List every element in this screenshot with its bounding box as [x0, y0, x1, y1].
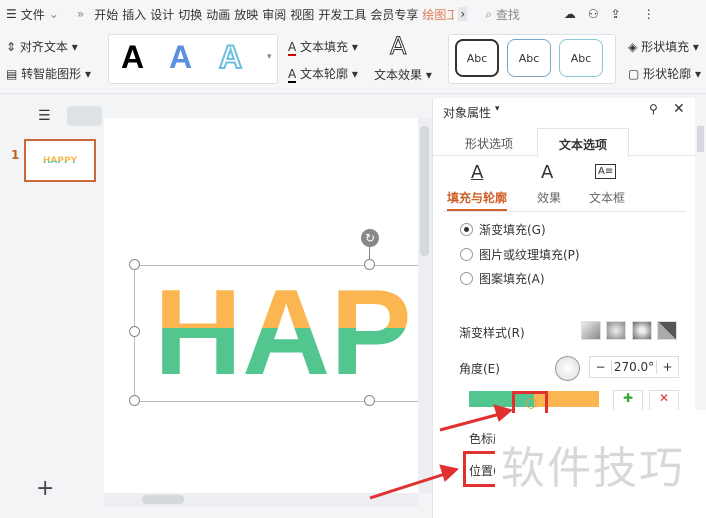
arrow-line: [369, 472, 446, 500]
arrowhead: [493, 404, 514, 422]
arrowhead: [439, 464, 460, 482]
annotation-arrows: [369, 404, 514, 500]
arrow-line: [439, 412, 501, 432]
